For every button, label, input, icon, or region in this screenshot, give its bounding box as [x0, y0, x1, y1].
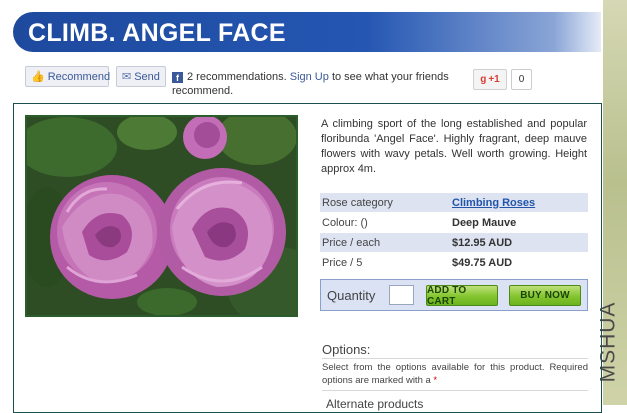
spec-label: Colour: (): [320, 212, 450, 233]
facebook-icon: f: [172, 72, 183, 83]
send-button[interactable]: ✉ Send: [116, 66, 166, 87]
google-plus-one-button[interactable]: g +1: [473, 69, 507, 90]
spec-row-colour: Colour: () Deep Mauve: [320, 212, 588, 233]
required-marker: *: [433, 374, 438, 386]
spec-row-category: Rose category Climbing Roses: [320, 193, 588, 213]
google-plus-icon: g: [480, 74, 487, 85]
spec-value: $49.75 AUD: [450, 252, 588, 273]
product-description: A climbing sport of the long established…: [321, 118, 587, 175]
spec-label: Rose category: [320, 193, 450, 213]
buy-now-button[interactable]: BUY NOW: [509, 285, 581, 306]
send-label: Send: [134, 70, 160, 83]
google-plus-count: 0: [511, 69, 532, 90]
product-specs-table: Rose category Climbing Roses Colour: () …: [320, 193, 588, 273]
purchase-box: Quantity ADD TO CART BUY NOW: [320, 279, 588, 311]
quantity-input[interactable]: [389, 285, 414, 305]
alternate-products-title: Alternate products: [326, 397, 424, 411]
add-to-cart-button[interactable]: ADD TO CART: [426, 285, 498, 307]
product-image: [25, 115, 298, 317]
thumbs-up-icon: 👍: [31, 71, 45, 83]
spec-value: Climbing Roses: [450, 193, 588, 213]
recommend-label: Recommend: [47, 70, 111, 83]
fb-count-text: 2 recommendations.: [187, 71, 287, 83]
spec-row-price-five: Price / 5 $49.75 AUD: [320, 252, 588, 273]
options-text: Select from the options available for th…: [322, 362, 588, 386]
facebook-recommendations: f2 recommendations. Sign Up to see what …: [172, 70, 462, 98]
spec-label: Price / 5: [320, 252, 450, 273]
category-link[interactable]: Climbing Roses: [452, 197, 535, 209]
spec-value: $12.95 AUD: [450, 232, 588, 253]
spec-value: Deep Mauve: [450, 212, 588, 233]
signup-link[interactable]: Sign Up: [290, 71, 329, 83]
send-icon: ✉: [122, 71, 132, 83]
quantity-label: Quantity: [327, 288, 376, 303]
options-title: Options:: [322, 342, 371, 357]
page-title: CLIMB. ANGEL FACE: [28, 19, 286, 47]
spec-row-price-each: Price / each $12.95 AUD: [320, 232, 588, 253]
spec-label: Price / each: [320, 232, 450, 253]
divider: [322, 390, 588, 391]
product-title-banner: CLIMB. ANGEL FACE: [13, 12, 601, 52]
recommend-button[interactable]: 👍 Recommend: [25, 66, 111, 87]
divider: [322, 358, 588, 359]
rose-photo: [27, 117, 296, 315]
